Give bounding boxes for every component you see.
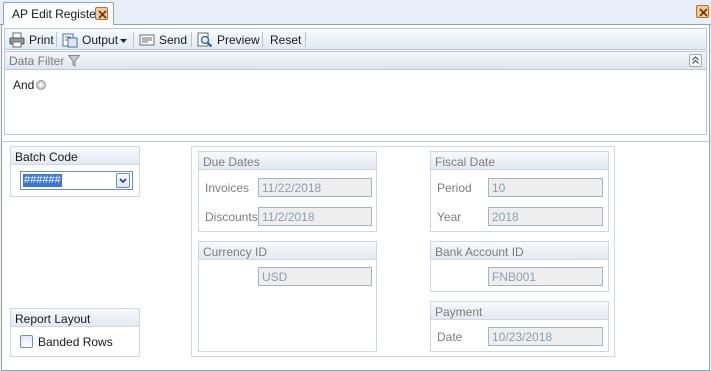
currency-id-title: Currency ID	[199, 242, 376, 260]
bank-account-id-field[interactable]: FNB001	[488, 267, 603, 286]
send-button[interactable]: Send	[136, 31, 190, 48]
payment-title: Payment	[431, 302, 608, 320]
year-field[interactable]: 2018	[488, 207, 603, 226]
banded-rows-checkbox[interactable]	[20, 335, 33, 348]
banded-rows-label[interactable]: Banded Rows	[38, 335, 113, 349]
output-icon	[62, 32, 78, 48]
currency-id-group: Currency ID USD	[198, 241, 377, 352]
tab-title: AP Edit Register	[12, 7, 100, 21]
batch-code-group: Batch Code ######	[10, 146, 140, 197]
magnifier-icon	[197, 32, 213, 48]
output-label: Output	[82, 32, 119, 47]
toolbar-separator	[262, 32, 263, 47]
bank-account-id-title: Bank Account ID	[431, 242, 608, 260]
tab-ap-edit-register[interactable]: AP Edit Register	[3, 2, 114, 26]
close-icon[interactable]	[95, 7, 108, 20]
print-button[interactable]: Print	[6, 31, 57, 48]
toolbar-separator	[133, 32, 134, 47]
year-label: Year	[437, 210, 462, 224]
batch-code-select[interactable]: ######	[20, 171, 133, 190]
tab-strip: AP Edit Register	[0, 0, 711, 26]
batch-code-value: ######	[23, 174, 62, 187]
window-close-icon[interactable]	[696, 5, 709, 18]
discounts-date-field[interactable]: 11/2/2018	[258, 207, 372, 226]
due-dates-title: Due Dates	[199, 152, 376, 170]
report-panel: Print Output Send Preview Reset Data Fil…	[1, 25, 711, 371]
toolbar-separator	[191, 32, 192, 47]
due-dates-group: Due Dates Invoices 11/22/2018 Discounts …	[198, 151, 377, 232]
period-label: Period	[437, 181, 472, 195]
chevron-down-icon[interactable]	[116, 173, 130, 188]
toolbar-separator	[305, 32, 306, 47]
data-filter-title: Data Filter	[9, 54, 65, 68]
double-chevron-up-icon[interactable]	[689, 54, 702, 67]
discounts-label: Discounts	[205, 210, 258, 224]
preview-label: Preview	[217, 32, 260, 47]
batch-code-title: Batch Code	[11, 147, 139, 165]
toolbar-separator	[56, 32, 57, 47]
print-label: Print	[29, 32, 54, 47]
payment-group: Payment Date 10/23/2018	[430, 301, 609, 352]
period-field[interactable]: 10	[488, 178, 603, 197]
data-filter-header[interactable]: Data Filter	[4, 51, 707, 70]
reset-button[interactable]: Reset	[267, 31, 304, 48]
fiscal-date-title: Fiscal Date	[431, 152, 608, 170]
output-button[interactable]: Output	[59, 31, 121, 48]
parameters-container: Due Dates Invoices 11/22/2018 Discounts …	[191, 146, 615, 357]
plus-circle-icon[interactable]	[36, 79, 46, 93]
send-label: Send	[159, 32, 188, 47]
bank-account-id-group: Bank Account ID FNB001	[430, 241, 609, 292]
filter-operator[interactable]: And	[13, 78, 34, 92]
chevron-down-icon	[120, 33, 127, 47]
send-icon	[139, 32, 155, 48]
preview-button[interactable]: Preview	[194, 31, 263, 48]
payment-date-label: Date	[437, 330, 463, 344]
report-layout-group: Report Layout Banded Rows	[10, 308, 140, 357]
toolbar: Print Output Send Preview Reset	[4, 28, 707, 50]
currency-id-field[interactable]: USD	[258, 267, 372, 286]
printer-icon	[9, 32, 25, 48]
section-divider	[2, 141, 711, 142]
fiscal-date-group: Fiscal Date Period 10 Year 2018	[430, 151, 609, 232]
payment-date-field[interactable]: 10/23/2018	[488, 327, 603, 346]
funnel-icon	[67, 55, 81, 70]
report-layout-title: Report Layout	[11, 309, 139, 327]
reset-label: Reset	[270, 32, 302, 47]
output-dropdown-button[interactable]	[117, 31, 130, 48]
invoices-label: Invoices	[205, 181, 250, 195]
data-filter-body: And	[4, 70, 707, 135]
invoices-date-field[interactable]: 11/22/2018	[258, 178, 372, 197]
